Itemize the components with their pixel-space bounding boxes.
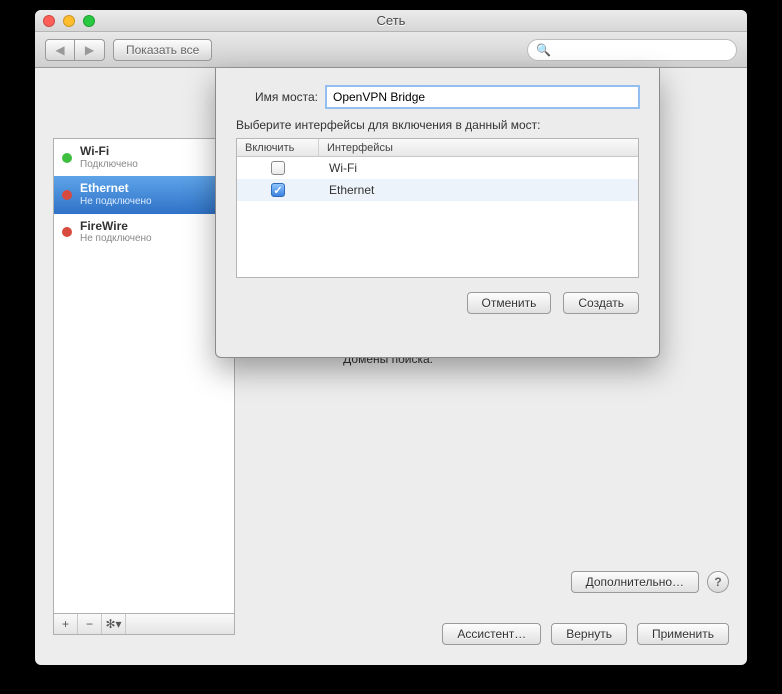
- sidebar-item-wifi[interactable]: Wi-Fi Подключено: [54, 139, 234, 176]
- window-title: Сеть: [35, 13, 747, 28]
- search-input[interactable]: [555, 43, 728, 57]
- create-button[interactable]: Создать: [563, 292, 639, 314]
- col-include[interactable]: Включить: [237, 139, 319, 156]
- apply-label: Применить: [652, 627, 714, 641]
- sidebar-item-status: Не подключено: [80, 196, 152, 208]
- network-prefs-window: Сеть ◀ ▶ Показать все 🔍 Wi-Fi Подключено: [35, 10, 747, 665]
- sidebar-item-ethernet[interactable]: Ethernet Не подключено: [54, 176, 234, 213]
- bridge-name-input[interactable]: [326, 86, 639, 108]
- interface-name: Wi-Fi: [319, 161, 638, 175]
- col-interfaces[interactable]: Интерфейсы: [319, 139, 638, 156]
- interfaces-table: Включить Интерфейсы Wi-Fi Ethernet: [236, 138, 639, 278]
- bridge-sheet: Имя моста: Выберите интерфейсы для включ…: [215, 68, 660, 358]
- table-row[interactable]: Wi-Fi: [237, 157, 638, 179]
- sidebar-footer: + − ✻▾: [53, 613, 235, 635]
- advanced-label: Дополнительно…: [586, 575, 684, 589]
- sheet-button-row: Отменить Создать: [236, 292, 639, 314]
- nav-segment: ◀ ▶: [45, 39, 105, 61]
- table-row[interactable]: Ethernet: [237, 179, 638, 201]
- gear-icon: ✻▾: [105, 617, 121, 631]
- sidebar-item-label: Wi-Fi: [80, 145, 138, 159]
- interfaces-sidebar: Wi-Fi Подключено Ethernet Не подключено …: [53, 138, 235, 613]
- sidebar-item-status: Не подключено: [80, 233, 152, 245]
- sidebar-item-status: Подключено: [80, 159, 138, 171]
- revert-button[interactable]: Вернуть: [551, 623, 627, 645]
- forward-button[interactable]: ▶: [75, 39, 105, 61]
- cancel-label: Отменить: [482, 296, 537, 310]
- search-icon: 🔍: [536, 43, 551, 57]
- include-checkbox[interactable]: [271, 161, 285, 175]
- advanced-button[interactable]: Дополнительно…: [571, 571, 699, 593]
- table-header: Включить Интерфейсы: [237, 139, 638, 157]
- apply-button[interactable]: Применить: [637, 623, 729, 645]
- chevron-right-icon: ▶: [85, 43, 94, 57]
- cancel-button[interactable]: Отменить: [467, 292, 552, 314]
- search-field[interactable]: 🔍: [527, 39, 737, 61]
- show-all-label: Показать все: [126, 43, 199, 57]
- assistant-button[interactable]: Ассистент…: [442, 623, 541, 645]
- sidebar-item-label: FireWire: [80, 220, 152, 234]
- bottom-button-row: Ассистент… Вернуть Применить: [442, 623, 729, 645]
- sidebar-item-label: Ethernet: [80, 182, 152, 196]
- show-all-button[interactable]: Показать все: [113, 39, 212, 61]
- help-button[interactable]: ?: [707, 571, 729, 593]
- chevron-left-icon: ◀: [55, 43, 64, 57]
- interface-name: Ethernet: [319, 183, 638, 197]
- bridge-name-label: Имя моста:: [236, 90, 326, 104]
- status-dot-icon: [62, 153, 72, 163]
- assistant-label: Ассистент…: [457, 627, 526, 641]
- status-dot-icon: [62, 227, 72, 237]
- include-checkbox[interactable]: [271, 183, 285, 197]
- toolbar: ◀ ▶ Показать все 🔍: [35, 32, 747, 68]
- action-menu-button[interactable]: ✻▾: [102, 614, 126, 634]
- help-icon: ?: [714, 575, 721, 589]
- advanced-row: Дополнительно… ?: [571, 571, 729, 593]
- sidebar-item-firewire[interactable]: FireWire Не подключено: [54, 214, 234, 251]
- add-interface-button[interactable]: +: [54, 614, 78, 634]
- revert-label: Вернуть: [566, 627, 612, 641]
- titlebar: Сеть: [35, 10, 747, 32]
- remove-interface-button[interactable]: −: [78, 614, 102, 634]
- bridge-instruction: Выберите интерфейсы для включения в данн…: [236, 118, 639, 132]
- create-label: Создать: [578, 296, 624, 310]
- status-dot-icon: [62, 190, 72, 200]
- back-button[interactable]: ◀: [45, 39, 75, 61]
